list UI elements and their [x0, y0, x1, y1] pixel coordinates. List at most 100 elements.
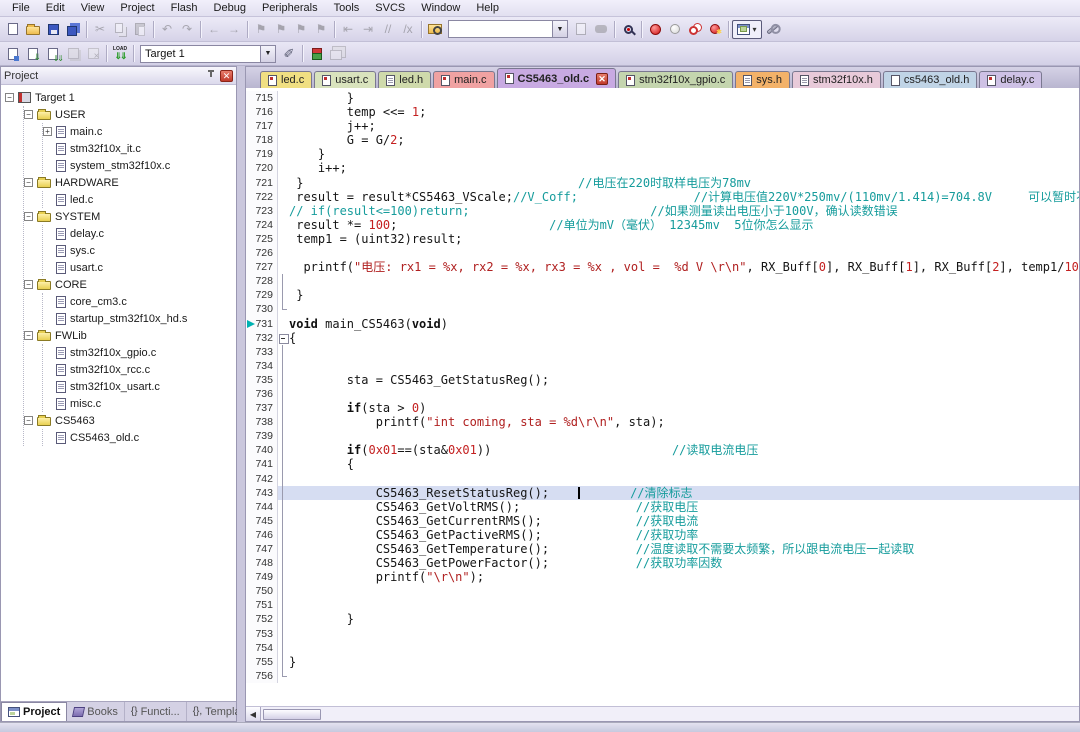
editor-tab-sys-h[interactable]: sys.h — [735, 71, 790, 88]
editor-tab-main-c[interactable]: main.c — [433, 71, 494, 88]
editor-tab-stm32f10x-h[interactable]: stm32f10x.h — [792, 71, 881, 88]
code-line-756[interactable]: 756 — [246, 669, 1079, 683]
tree-expander[interactable]: − — [24, 416, 33, 425]
code-line-718[interactable]: 718 G = G/2; — [246, 133, 1079, 147]
configure-icon[interactable] — [762, 20, 782, 39]
breakpoint-kill-all-icon[interactable] — [705, 20, 725, 39]
code-text[interactable] — [289, 598, 1079, 612]
code-line-734[interactable]: 734 — [246, 359, 1079, 373]
pin-icon[interactable] — [206, 70, 217, 81]
menu-item-peripherals[interactable]: Peripherals — [254, 1, 326, 15]
tree-item-stm32f10x-usart-c[interactable]: stm32f10x_usart.c — [43, 378, 236, 395]
tree-item-target-1[interactable]: −Target 1 — [5, 89, 236, 106]
close-tab-button[interactable]: ✕ — [596, 73, 608, 85]
tree-item-core-cm3-c[interactable]: core_cm3.c — [43, 293, 236, 310]
tree-item-stm32f10x-it-c[interactable]: stm32f10x_it.c — [43, 140, 236, 157]
tree-expander[interactable]: − — [24, 212, 33, 221]
code-text[interactable] — [289, 641, 1079, 655]
code-text[interactable]: result *= 100; //单位为mV（毫伏） 12345mv 5位你怎么… — [289, 218, 1079, 232]
code-line-738[interactable]: 738 printf("int coming, sta = %d\r\n", s… — [246, 415, 1079, 429]
code-line-737[interactable]: 737 if(sta > 0) — [246, 401, 1079, 415]
code-text[interactable] — [289, 387, 1079, 401]
code-text[interactable]: } — [289, 91, 1079, 105]
code-text[interactable]: i++; — [289, 161, 1079, 175]
code-line-741[interactable]: 741 { — [246, 457, 1079, 471]
search-combobox[interactable]: ▼ — [448, 20, 568, 38]
code-text[interactable] — [289, 246, 1079, 260]
code-line-722[interactable]: 722 result = result*CS5463_VScale;//V_Co… — [246, 190, 1079, 204]
code-line-752[interactable]: 752 } — [246, 612, 1079, 626]
menu-item-help[interactable]: Help — [468, 1, 507, 15]
tree-item-fwlib[interactable]: −FWLib — [24, 327, 236, 344]
code-text[interactable]: temp <<= 1; — [289, 105, 1079, 119]
code-line-716[interactable]: 716 temp <<= 1; — [246, 105, 1079, 119]
code-line-717[interactable]: 717 j++; — [246, 119, 1079, 133]
tree-item-core[interactable]: −CORE — [24, 276, 236, 293]
scroll-left-arrow[interactable]: ◀ — [246, 707, 261, 721]
editor-tab-led-h[interactable]: led.h — [378, 71, 431, 88]
code-text[interactable]: printf("电压: rx1 = %x, rx2 = %x, rx3 = %x… — [289, 260, 1079, 274]
new-file-icon[interactable] — [3, 20, 23, 39]
code-text[interactable] — [289, 429, 1079, 443]
rebuild-icon[interactable] — [43, 44, 63, 63]
code-text[interactable]: // if(result<=100)return; //如果测量读出电压小于10… — [289, 204, 1079, 218]
code-text[interactable]: } — [289, 147, 1079, 161]
code-text[interactable] — [289, 472, 1079, 486]
find-in-files-icon[interactable] — [425, 20, 445, 39]
code-line-735[interactable]: 735 sta = CS5463_GetStatusReg(); — [246, 373, 1079, 387]
menu-item-edit[interactable]: Edit — [38, 1, 73, 15]
tree-item-user[interactable]: −USER — [24, 106, 236, 123]
code-text[interactable] — [289, 627, 1079, 641]
options-target-icon[interactable]: ✐ — [279, 44, 299, 63]
menu-item-window[interactable]: Window — [413, 1, 468, 15]
code-line-732[interactable]: 732{ — [246, 331, 1079, 345]
panel-splitter[interactable] — [237, 66, 245, 722]
code-text[interactable] — [289, 584, 1079, 598]
code-text[interactable]: { — [289, 457, 1079, 471]
tree-expander[interactable]: − — [24, 110, 33, 119]
code-line-736[interactable]: 736 — [246, 387, 1079, 401]
code-line-740[interactable]: 740 if(0x01==(sta&0x01)) //读取电流电压 — [246, 443, 1079, 457]
tree-item-delay-c[interactable]: delay.c — [43, 225, 236, 242]
tree-expander[interactable]: + — [43, 127, 52, 136]
code-text[interactable]: CS5463_GetVoltRMS(); //获取电压 — [289, 500, 1079, 514]
code-line-730[interactable]: 730 — [246, 302, 1079, 316]
tree-item-stm32f10x-gpio-c[interactable]: stm32f10x_gpio.c — [43, 344, 236, 361]
code-editor[interactable]: 715 }716 temp <<= 1;717 j++;718 G = G/2;… — [246, 88, 1079, 706]
scrollbar-thumb[interactable] — [263, 709, 321, 720]
editor-tab-cs5463-old-h[interactable]: cs5463_old.h — [883, 71, 977, 88]
tree-expander[interactable]: − — [24, 331, 33, 340]
code-line-754[interactable]: 754 — [246, 641, 1079, 655]
translate-icon[interactable] — [3, 44, 23, 63]
bottom-tab-functi-[interactable]: {}Functi... — [125, 702, 187, 721]
code-line-725[interactable]: 725 temp1 = (uint32)result; — [246, 232, 1079, 246]
code-text[interactable]: printf("\r\n"); — [289, 570, 1079, 584]
breakpoint-insert-icon[interactable] — [645, 20, 665, 39]
code-text[interactable]: if(sta > 0) — [289, 401, 1079, 415]
manage-components-icon[interactable] — [306, 44, 326, 63]
code-text[interactable]: CS5463_GetCurrentRMS(); //获取电流 — [289, 514, 1079, 528]
tree-item-stm32f10x-rcc-c[interactable]: stm32f10x_rcc.c — [43, 361, 236, 378]
code-line-724[interactable]: 724 result *= 100; //单位为mV（毫伏） 12345mv 5… — [246, 218, 1079, 232]
code-line-728[interactable]: 728 — [246, 274, 1079, 288]
code-line-726[interactable]: 726 — [246, 246, 1079, 260]
code-line-749[interactable]: 749 printf("\r\n"); — [246, 570, 1079, 584]
editor-tab-delay-c[interactable]: delay.c — [979, 71, 1042, 88]
editor-tab-cs5463-old-c[interactable]: CS5463_old.c✕ — [497, 68, 617, 88]
menu-item-svcs[interactable]: SVCS — [367, 1, 413, 15]
code-line-733[interactable]: 733 — [246, 345, 1079, 359]
code-line-719[interactable]: 719 } — [246, 147, 1079, 161]
code-text[interactable]: CS5463_ResetStatusReg(); //清除标志 — [289, 486, 1079, 500]
code-text[interactable]: CS5463_GetPactiveRMS(); //获取功率 — [289, 528, 1079, 542]
code-text[interactable]: temp1 = (uint32)result; — [289, 232, 1079, 246]
menu-item-project[interactable]: Project — [112, 1, 162, 15]
editor-tab-usart-c[interactable]: usart.c — [314, 71, 376, 88]
code-line-745[interactable]: 745 CS5463_GetCurrentRMS(); //获取电流 — [246, 514, 1079, 528]
code-line-729[interactable]: 729 } — [246, 288, 1079, 302]
code-line-744[interactable]: 744 CS5463_GetVoltRMS(); //获取电压 — [246, 500, 1079, 514]
code-line-746[interactable]: 746 CS5463_GetPactiveRMS(); //获取功率 — [246, 528, 1079, 542]
find-in-files-red-icon[interactable] — [618, 20, 638, 39]
code-line-743[interactable]: 743 CS5463_ResetStatusReg(); //清除标志 — [246, 486, 1079, 500]
code-line-751[interactable]: 751 — [246, 598, 1079, 612]
code-line-723[interactable]: 723// if(result<=100)return; //如果测量读出电压小… — [246, 204, 1079, 218]
